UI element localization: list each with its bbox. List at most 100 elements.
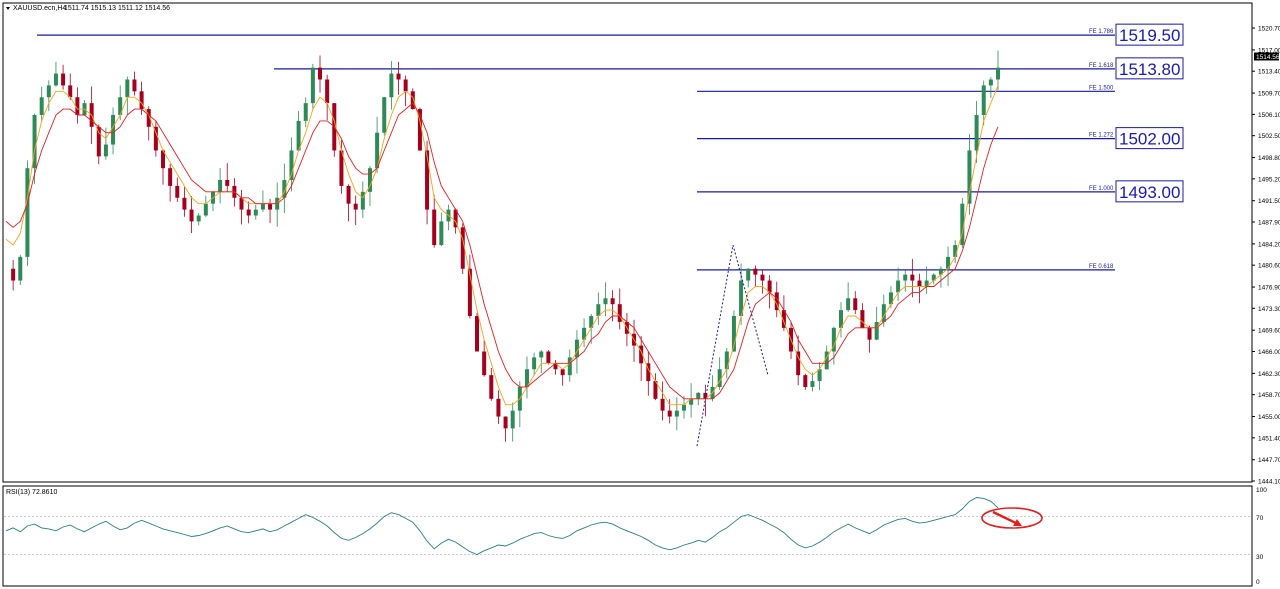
candle-body xyxy=(746,268,751,281)
last-price-text: 1514.56 xyxy=(1256,54,1280,61)
y-tick-label: 1451.40 xyxy=(1258,435,1280,442)
y-tick-label: 1498.80 xyxy=(1258,155,1280,162)
candle-body xyxy=(803,375,808,387)
candle-body xyxy=(896,280,901,293)
candle-body xyxy=(489,375,494,399)
candle-body xyxy=(432,209,437,246)
price-axis: 1520.701517.001513.401509.701506.101502.… xyxy=(1252,26,1280,486)
candle-body xyxy=(103,144,108,157)
candle-body xyxy=(260,203,265,210)
candle-body xyxy=(753,268,758,275)
fib-level-label: FE 0.618 xyxy=(1089,264,1114,270)
candle-body xyxy=(182,197,187,210)
candle-body xyxy=(767,280,772,293)
price-chart[interactable]: FE 1.786 1519.50 FE 1.618 1513.80 FE 1.500 FE… xyxy=(0,0,1280,589)
candle-body xyxy=(667,410,672,417)
candle-body xyxy=(53,73,58,86)
candle-body xyxy=(196,215,201,222)
candle-body xyxy=(11,268,16,281)
candle-body xyxy=(546,351,551,364)
candle-body xyxy=(396,73,401,80)
y-tick-label: 1480.60 xyxy=(1258,263,1280,270)
last-price-tag: 1514.56 xyxy=(1254,52,1280,61)
candle-body xyxy=(318,67,323,80)
candle-body xyxy=(810,381,815,387)
candle-body xyxy=(225,180,230,186)
candle-body xyxy=(917,280,922,287)
fib-price-label: 1493.00 xyxy=(1119,183,1180,202)
y-tick-label: 1447.70 xyxy=(1258,457,1280,464)
candle-body xyxy=(617,304,622,322)
candle-body xyxy=(503,416,508,429)
candle-body xyxy=(660,398,665,411)
candle-body xyxy=(510,410,515,429)
candle-body xyxy=(325,79,330,104)
candle-body xyxy=(218,180,223,192)
candle-body xyxy=(475,316,480,352)
candle-body xyxy=(867,327,872,340)
candle-body xyxy=(25,168,30,257)
candle-body xyxy=(96,126,101,157)
candle-body xyxy=(61,73,66,86)
candle-body xyxy=(724,351,729,370)
fib-price-label: 1502.00 xyxy=(1119,130,1180,149)
candle-body xyxy=(382,97,387,133)
rsi-tick-0: 0 xyxy=(1256,579,1260,586)
y-tick-label: 1455.00 xyxy=(1258,414,1280,421)
candle-body xyxy=(532,357,537,370)
rsi-tick-100: 100 xyxy=(1256,487,1267,494)
y-tick-label: 1469.60 xyxy=(1258,328,1280,335)
rsi-tick-70: 70 xyxy=(1256,515,1264,522)
candle-body xyxy=(681,404,686,411)
candle-body xyxy=(425,150,430,210)
chart-header: XAUUSD.ecn,H4 1511.74 1515.13 1511.12 15… xyxy=(6,5,170,12)
candle-body xyxy=(760,274,765,281)
y-tick-label: 1502.50 xyxy=(1258,133,1280,140)
candle-body xyxy=(910,274,915,281)
candle-body xyxy=(353,203,358,210)
y-tick-label: 1509.70 xyxy=(1258,91,1280,98)
candle-body xyxy=(853,298,858,311)
y-tick-label: 1476.90 xyxy=(1258,285,1280,292)
y-tick-label: 1458.70 xyxy=(1258,392,1280,399)
symbol-label: XAUUSD.ecn,H4 xyxy=(13,5,66,12)
rsi-tick-30: 30 xyxy=(1256,554,1264,561)
candle-body xyxy=(603,298,608,305)
candle-body xyxy=(903,274,908,281)
y-tick-label: 1487.90 xyxy=(1258,220,1280,227)
candle-body xyxy=(268,203,273,210)
candle-body xyxy=(346,185,351,204)
candle-body xyxy=(203,203,208,216)
candle-body xyxy=(610,298,615,305)
candle-body xyxy=(410,91,415,110)
candle-body xyxy=(988,79,993,86)
candle-body xyxy=(289,150,294,181)
candle-body xyxy=(18,256,23,281)
candle-body xyxy=(482,351,487,376)
candle-body xyxy=(389,73,394,98)
candle-body xyxy=(253,209,258,216)
fib-level-label: FE 1.000 xyxy=(1089,186,1114,192)
candle-body xyxy=(175,185,180,198)
candle-body xyxy=(496,398,501,417)
candle-body xyxy=(539,351,544,358)
candle-body xyxy=(874,321,879,340)
y-tick-label: 1462.30 xyxy=(1258,371,1280,378)
main-panel-frame xyxy=(2,2,1253,483)
candle-body xyxy=(674,410,679,417)
y-tick-label: 1484.20 xyxy=(1258,241,1280,248)
candle-body xyxy=(360,191,365,210)
candle-body xyxy=(981,85,986,115)
candle-body xyxy=(439,221,444,246)
y-tick-label: 1444.10 xyxy=(1258,479,1280,486)
candle-body xyxy=(125,79,130,98)
candle-body xyxy=(974,114,979,151)
candle-body xyxy=(68,85,73,98)
fib-level-label: FE 1.786 xyxy=(1089,29,1114,35)
candle-body xyxy=(246,209,251,216)
candle-body xyxy=(132,79,137,92)
candle-body xyxy=(39,97,44,115)
rsi-label: RSI(13) 72.8610 xyxy=(6,489,57,496)
candle-body xyxy=(996,67,1000,80)
y-tick-label: 1513.40 xyxy=(1258,69,1280,76)
